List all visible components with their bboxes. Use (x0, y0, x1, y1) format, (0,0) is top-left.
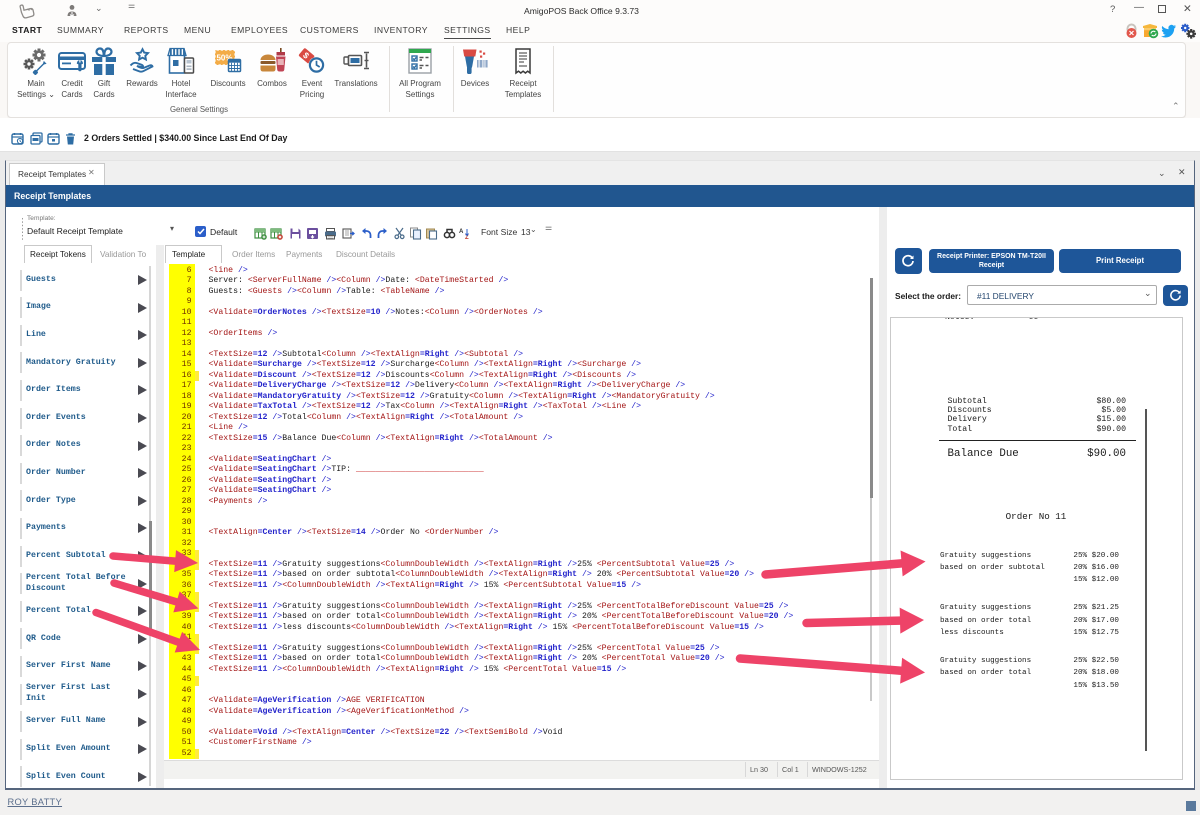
svg-text:A: A (459, 229, 464, 235)
